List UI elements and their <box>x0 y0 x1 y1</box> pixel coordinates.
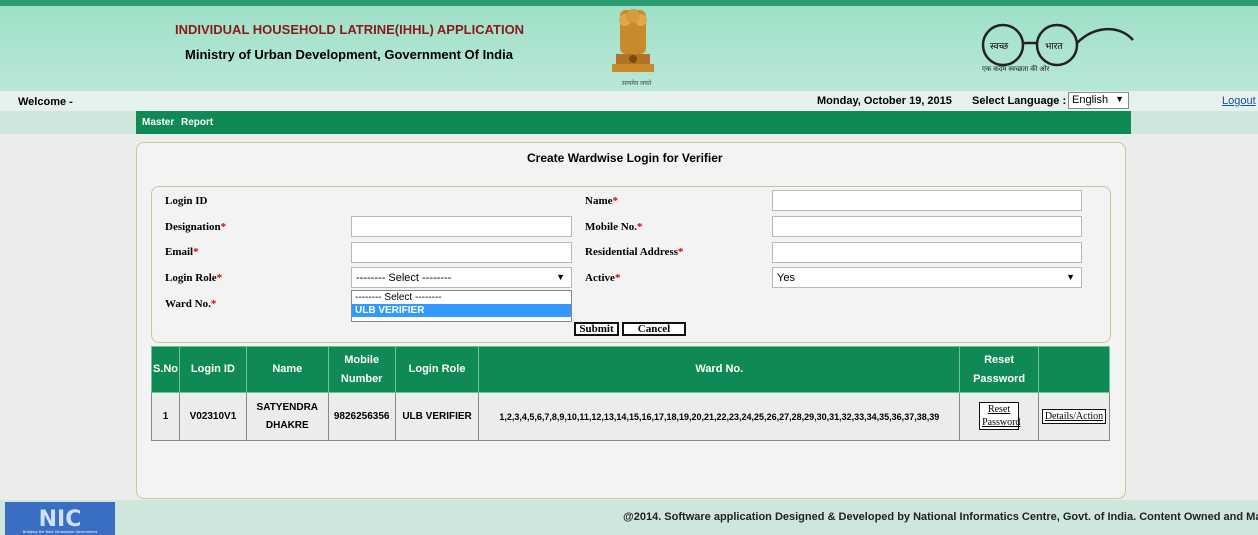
cancel-button[interactable]: Cancel <box>622 322 686 336</box>
welcome-text: Welcome - <box>18 96 73 108</box>
designation-field[interactable] <box>351 216 572 237</box>
cell-login-id: V02310V1 <box>178 392 247 441</box>
svg-text:स्वच्छ: स्वच्छ <box>990 42 1009 52</box>
col-action <box>1037 346 1111 393</box>
cell-sno: 1 <box>151 392 180 441</box>
name-label: Name* <box>585 195 618 207</box>
active-label: Active* <box>585 272 621 284</box>
email-label: Email* <box>165 246 199 258</box>
name-field[interactable] <box>772 190 1082 211</box>
page-title: Create Wardwise Login for Verifier <box>527 151 723 165</box>
login-role-option[interactable]: -------- Select -------- <box>352 291 571 304</box>
email-field[interactable] <box>351 242 572 263</box>
login-role-option[interactable]: ULB VERIFIER <box>352 304 571 317</box>
cell-mobile: 9826256356 <box>327 392 396 441</box>
designation-label: Designation* <box>165 221 227 233</box>
cell-action: Details/Action <box>1037 392 1111 441</box>
login-role-dropdown: -------- Select -------- ULB VERIFIER <box>351 290 572 322</box>
col-mobile: Mobile Number <box>327 346 396 393</box>
svg-text:NIC: NIC <box>39 507 82 532</box>
cell-name: SATYENDRA DHAKRE <box>245 392 329 441</box>
col-name: Name <box>245 346 329 393</box>
menu-report[interactable]: Report <box>181 117 213 128</box>
mobile-field[interactable] <box>772 216 1082 237</box>
login-role-label: Login Role* <box>165 272 223 284</box>
ministry-name: Ministry of Urban Development, Governmen… <box>185 47 513 62</box>
cell-reset: Reset Password <box>959 392 1039 441</box>
login-role-select[interactable]: -------- Select -------- ▼ <box>351 267 572 288</box>
emblem-caption: सत्यमेव जयते <box>622 81 652 87</box>
chevron-down-icon: ▼ <box>556 272 565 282</box>
submit-button[interactable]: Submit <box>574 322 619 336</box>
language-label: Select Language : <box>972 95 1067 107</box>
reset-password-button[interactable]: Reset Password <box>979 401 1020 430</box>
swachh-tagline: एक कदम स्वच्छता की ओर <box>982 66 1050 73</box>
table-row: 1 V02310V1 SATYENDRA DHAKRE 9826256356 U… <box>151 392 1111 441</box>
svg-text:भारत: भारत <box>1045 42 1063 52</box>
details-action-button[interactable]: Details/Action <box>1041 408 1107 424</box>
mobile-label: Mobile No.* <box>585 221 643 233</box>
menu-master[interactable]: Master <box>142 117 174 128</box>
current-date: Monday, October 19, 2015 <box>817 95 952 107</box>
cell-ward-no: 1,2,3,4,5,6,7,8,9,10,11,12,13,14,15,16,1… <box>478 392 961 441</box>
language-value: English <box>1072 94 1109 106</box>
national-emblem-icon <box>612 9 654 72</box>
nic-logo: NIC Bridging the Next Generation Governm… <box>5 502 115 535</box>
login-id-label: Login ID <box>165 195 208 207</box>
active-value: Yes <box>777 272 795 284</box>
address-label: Residential Address* <box>585 246 684 258</box>
table-header-row: S.No Login ID Name Mobile Number Login R… <box>151 346 1111 393</box>
footer-copyright: @2014. Software application Designed & D… <box>623 511 1258 523</box>
chevron-down-icon: ▼ <box>1115 94 1124 104</box>
app-title: INDIVIDUAL HOUSEHOLD LATRINE(IHHL) APPLI… <box>175 22 525 37</box>
login-role-value: -------- Select -------- <box>356 272 452 284</box>
col-login-id: Login ID <box>178 346 247 393</box>
language-select[interactable]: English ▼ <box>1068 92 1129 109</box>
col-ward-no: Ward No. <box>478 346 961 393</box>
cell-login-role: ULB VERIFIER <box>394 392 480 441</box>
col-reset-password: Reset Password <box>959 346 1039 393</box>
svg-text:Bridging the Next Generation G: Bridging the Next Generation Government <box>23 530 98 534</box>
address-field[interactable] <box>772 242 1082 263</box>
logout-link[interactable]: Logout <box>1222 95 1256 107</box>
active-select[interactable]: Yes ▼ <box>772 267 1082 288</box>
col-login-role: Login Role <box>394 346 480 393</box>
verifier-table: S.No Login ID Name Mobile Number Login R… <box>151 346 1111 441</box>
main-menu: Master Report <box>136 111 1131 134</box>
ward-no-label: Ward No.* <box>165 298 217 310</box>
col-sno: S.No <box>151 346 180 393</box>
chevron-down-icon: ▼ <box>1066 272 1075 282</box>
